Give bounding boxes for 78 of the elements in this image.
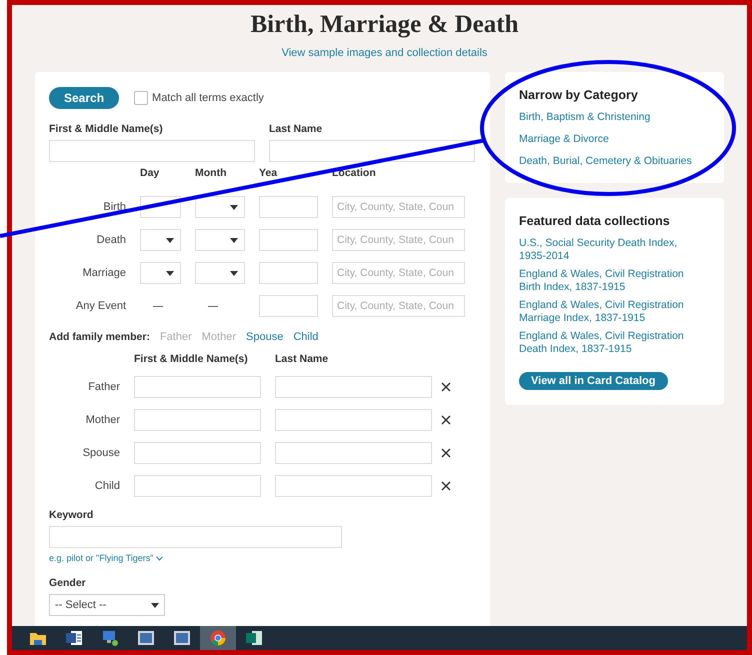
card-catalog-button[interactable]: View all in Card Catalog [519,372,668,390]
checkbox-label: Match all terms exactly [152,92,264,104]
dropdown-caret-icon [166,270,174,276]
close-icon[interactable] [441,382,451,392]
year-input[interactable] [259,229,318,251]
first-name-input[interactable] [134,376,261,398]
search-button[interactable]: Search [49,87,120,109]
document-app-icon[interactable] [65,630,83,646]
location-input[interactable]: City, County, State, Coun [332,262,465,284]
relative-label: Mother [84,414,120,426]
dropdown-caret-icon [230,238,238,242]
family-member-link[interactable]: Spouse [246,331,284,343]
keyword-input[interactable] [49,526,342,548]
gender-dropdown[interactable]: -- Select -- [49,594,165,616]
keyword-hint-link[interactable]: e.g. pilot or "Flying Tigers" [49,553,164,563]
details-link[interactable]: View sample images and collection details [282,47,488,59]
category-link[interactable]: Death, Burial, Cemetery & Obituaries [519,155,700,168]
browser-icon[interactable] [209,630,227,646]
dropdown-caret-icon [230,204,238,210]
field-label: Last Name [269,123,324,135]
location-input[interactable]: City, County, State, Coun [332,229,465,251]
dropdown-caret-icon [151,602,159,608]
event-label: Marriage [82,267,126,279]
dropdown-caret-icon [230,270,238,276]
category-link[interactable]: Birth, Baptism & Christening [519,111,700,124]
date-dropdown[interactable] [140,229,181,251]
family-member-link[interactable]: Child [293,331,318,343]
folder-icon[interactable] [29,630,47,646]
family-label: Add family member: [49,331,150,343]
dropdown-caret-icon [166,238,174,242]
collection-link[interactable]: England & Wales, Civil Registration Birth Index, 1837-1915 [519,268,700,294]
computer-icon[interactable] [101,630,119,646]
column-header: Last Name [275,353,330,365]
collection-link[interactable]: England & Wales, Civil Registration Marriage Index, 1837-1915 [519,299,700,325]
event-label: Birth [102,201,126,213]
collection-link[interactable]: England & Wales, Civil Registration Death Index, 1837-1915 [519,330,700,356]
column-header: Day [140,167,160,179]
close-icon[interactable] [441,481,451,491]
first-name-input[interactable] [134,409,261,431]
last-name-input[interactable] [275,475,432,497]
location-input[interactable]: City, County, State, Coun [332,196,465,218]
date-dropdown[interactable] [195,196,245,218]
relative-label: Child [94,480,120,492]
card-title: Featured data collections [519,214,671,228]
publisher-icon[interactable] [245,630,263,646]
field-label: First & Middle Name(s) [49,123,164,135]
document-icon[interactable] [137,630,155,646]
year-input[interactable] [259,196,318,218]
year-input[interactable] [259,262,318,284]
last-name-input[interactable] [275,442,432,464]
chevron-down-icon [156,556,164,560]
column-header: Location [332,167,377,179]
last-name-input[interactable] [275,376,432,398]
category-link[interactable]: Marriage & Divorce [519,133,700,146]
column-header: Yea [259,167,278,179]
column-header: First & Middle Name(s) [134,353,249,365]
document-icon[interactable] [173,630,191,646]
close-icon[interactable] [441,448,451,458]
location-input[interactable]: City, County, State, Coun [332,295,465,317]
collection-link[interactable]: U.S., Social Security Death Index, 1935-2014 [519,237,700,263]
first-name-input[interactable] [134,442,261,464]
card-title: Narrow by Category [519,88,639,102]
relative-label: Spouse [82,447,120,459]
match-exact-checkbox[interactable] [134,91,148,105]
page-title: Birth, Marriage & Death [250,11,518,39]
last-name-input[interactable] [275,409,432,431]
name-input[interactable] [269,140,475,162]
first-name-input[interactable] [134,475,261,497]
close-icon[interactable] [441,415,451,425]
field-label: Gender [49,577,86,589]
date-dropdown[interactable] [140,262,181,284]
field-label: Keyword [49,509,94,521]
event-label: Any Event [74,300,126,312]
relative-label: Father [87,381,120,393]
name-input[interactable] [49,140,255,162]
event-label: Death [96,234,126,246]
year-input[interactable] [259,295,318,317]
column-header: Month [195,167,228,179]
